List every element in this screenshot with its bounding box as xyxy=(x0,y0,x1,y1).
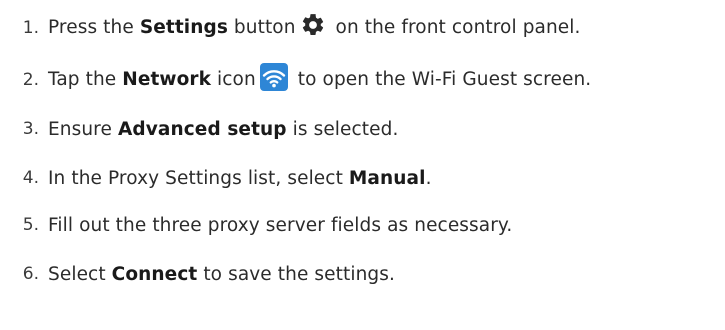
step-number: 1. xyxy=(22,18,39,38)
step-text: Tap the Network icon to open the Wi-Fi G… xyxy=(48,63,592,94)
step-6: 6. Select Connect to save the settings. xyxy=(0,259,395,289)
step-text: In the Proxy Settings list, select Manua… xyxy=(48,168,432,189)
step-1: 1. Press the Settings button on the fron… xyxy=(0,13,581,43)
step-text: Press the Settings button on the front c… xyxy=(48,12,581,41)
step-number: 4. xyxy=(22,168,39,188)
step-3: 3. Ensure Advanced setup is selected. xyxy=(0,114,399,144)
step-number: 3. xyxy=(22,119,39,139)
step-number: 6. xyxy=(22,264,39,284)
step-5: 5. Fill out the three proxy server field… xyxy=(0,210,512,240)
step-text: Fill out the three proxy server fields a… xyxy=(48,215,512,236)
network-label: Network xyxy=(122,69,212,90)
step-text-after-bold: button xyxy=(227,17,296,38)
advanced-setup-label: Advanced setup xyxy=(117,118,287,140)
step-text-after-icon: on the front control panel. xyxy=(329,17,581,38)
step-text-after-bold: to save the settings. xyxy=(197,263,395,285)
step-text-before: Fill out the three proxy server fields a… xyxy=(48,214,513,236)
step-text-before: Press the xyxy=(48,17,140,38)
step-text-after-bold: icon xyxy=(211,69,256,90)
wifi-icon xyxy=(259,63,288,91)
step-2: 2. Tap the Network icon to open the Wi-F… xyxy=(0,63,592,95)
manual-label: Manual xyxy=(348,167,426,189)
step-4: 4. In the Proxy Settings list, select Ma… xyxy=(0,163,432,193)
step-text-before: Ensure xyxy=(48,118,118,140)
step-text-after-bold: is selected. xyxy=(286,118,399,140)
step-text-after-icon: to open the Wi-Fi Guest screen. xyxy=(291,69,592,90)
step-number: 2. xyxy=(22,70,39,90)
connect-label: Connect xyxy=(111,263,198,285)
step-text: Select Connect to save the settings. xyxy=(48,264,395,285)
step-text-before: Select xyxy=(48,263,112,285)
step-text-before: In the Proxy Settings list, select xyxy=(48,167,349,189)
instruction-steps-list: 1. Press the Settings button on the fron… xyxy=(0,0,725,330)
step-text-after-bold: . xyxy=(425,167,432,189)
gear-icon xyxy=(300,12,326,38)
step-text: Ensure Advanced setup is selected. xyxy=(48,119,398,140)
step-number: 5. xyxy=(22,215,39,235)
step-text-before: Tap the xyxy=(48,69,123,90)
settings-label: Settings xyxy=(139,17,228,38)
